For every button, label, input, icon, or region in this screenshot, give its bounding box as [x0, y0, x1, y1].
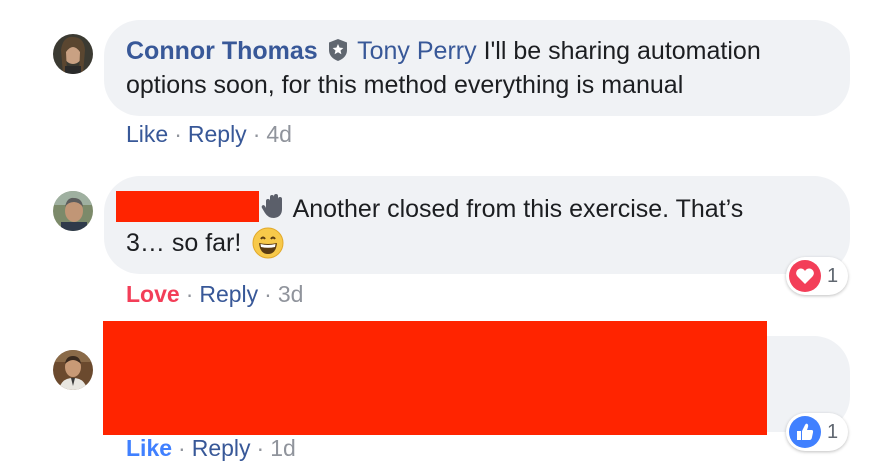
waving-hand-icon: [259, 192, 287, 229]
timestamp[interactable]: 3d: [278, 281, 304, 307]
redacted-author: [116, 191, 259, 222]
comment-line2: 3… so far!: [126, 229, 242, 257]
comment-text: Another closed from this exercise. That’…: [259, 192, 743, 229]
thumbs-up-icon: [789, 416, 821, 448]
comment-actions: Like · Reply · 1d: [126, 435, 296, 461]
reaction-summary[interactable]: 1: [786, 257, 848, 295]
avatar[interactable]: [53, 350, 93, 390]
heart-icon: [789, 260, 821, 292]
comment-line1: Another closed from this exercise. That’…: [292, 195, 744, 223]
avatar[interactable]: [53, 34, 93, 74]
verified-badge-icon: [327, 37, 349, 71]
comment-actions: Love · Reply · 3d: [126, 281, 304, 307]
love-button[interactable]: Love: [126, 281, 180, 307]
like-button[interactable]: Like: [126, 121, 168, 147]
reaction-count: 1: [827, 420, 839, 443]
reply-button[interactable]: Reply: [192, 435, 251, 461]
like-button[interactable]: Like: [126, 435, 172, 461]
mention-link[interactable]: Tony Perry: [357, 37, 476, 65]
comment-author[interactable]: Connor Thomas: [126, 37, 318, 65]
redacted-comment: [103, 321, 767, 435]
timestamp[interactable]: 4d: [266, 121, 292, 147]
comment-line2: options soon, for this method everything…: [126, 71, 684, 99]
comment-line2-wrap: 3… so far!: [126, 226, 284, 268]
avatar[interactable]: [53, 191, 93, 231]
reply-button[interactable]: Reply: [199, 281, 258, 307]
grinning-face-icon: [252, 227, 284, 268]
reaction-summary[interactable]: 1: [786, 413, 848, 451]
reaction-count: 1: [827, 264, 839, 287]
reply-button[interactable]: Reply: [188, 121, 247, 147]
comment-text: Connor Thomas Tony Perry I'll be sharing…: [126, 34, 761, 71]
timestamp[interactable]: 1d: [270, 435, 296, 461]
comment-line1: I'll be sharing automation: [483, 37, 761, 65]
comment-actions: Like · Reply · 4d: [126, 121, 292, 147]
